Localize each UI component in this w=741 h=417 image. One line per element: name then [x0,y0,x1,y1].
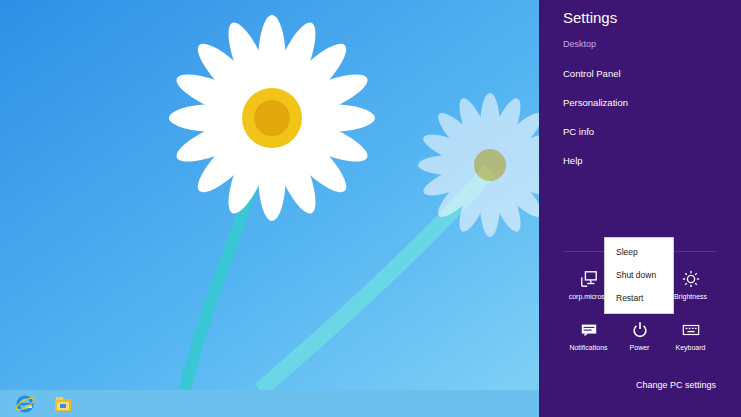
quick-setting-tile[interactable]: Power [614,321,665,354]
tile-label: Power [630,343,650,353]
charm-app-name: Desktop [563,37,741,52]
desktop [0,0,539,417]
charm-item[interactable]: PC info [563,124,741,139]
power-menu-item[interactable]: Sleep [605,241,673,264]
charm-item[interactable]: Help [563,153,741,168]
power-menu-item[interactable]: Restart [605,287,673,310]
tile-label: corp.microsc [569,292,609,302]
power-icon [631,321,649,339]
taskbar-app[interactable] [52,393,74,415]
power-menu-item[interactable]: Shut down [605,264,673,287]
file-explorer-icon [53,394,73,414]
wallpaper [0,0,539,390]
charm-title: Settings [563,8,741,28]
power-menu: SleepShut downRestart [604,237,674,314]
taskbar-app[interactable] [14,393,36,415]
quick-setting-tile[interactable]: Notifications [563,321,614,354]
tile-label: Notifications [569,343,607,353]
keyboard-icon [682,321,700,339]
settings-charm: Settings Desktop Control Panel Personalizat… [539,0,741,417]
taskbar [0,390,539,417]
tile-label: Keyboard [676,343,706,353]
internet-explorer-icon [15,394,35,414]
wallpaper-picture [0,0,539,390]
network-icon [580,270,598,288]
brightness-icon [682,270,700,288]
charm-item[interactable]: Control Panel [563,66,741,81]
change-pc-settings-link[interactable]: Change PC settings [636,378,741,392]
notifications-icon [580,321,598,339]
quick-setting-tile[interactable]: Keyboard [665,321,716,354]
screen: Settings Desktop Control Panel Personalizat… [0,0,741,417]
charm-item[interactable]: Personalization [563,95,741,110]
tile-label: Brightness [674,292,707,302]
